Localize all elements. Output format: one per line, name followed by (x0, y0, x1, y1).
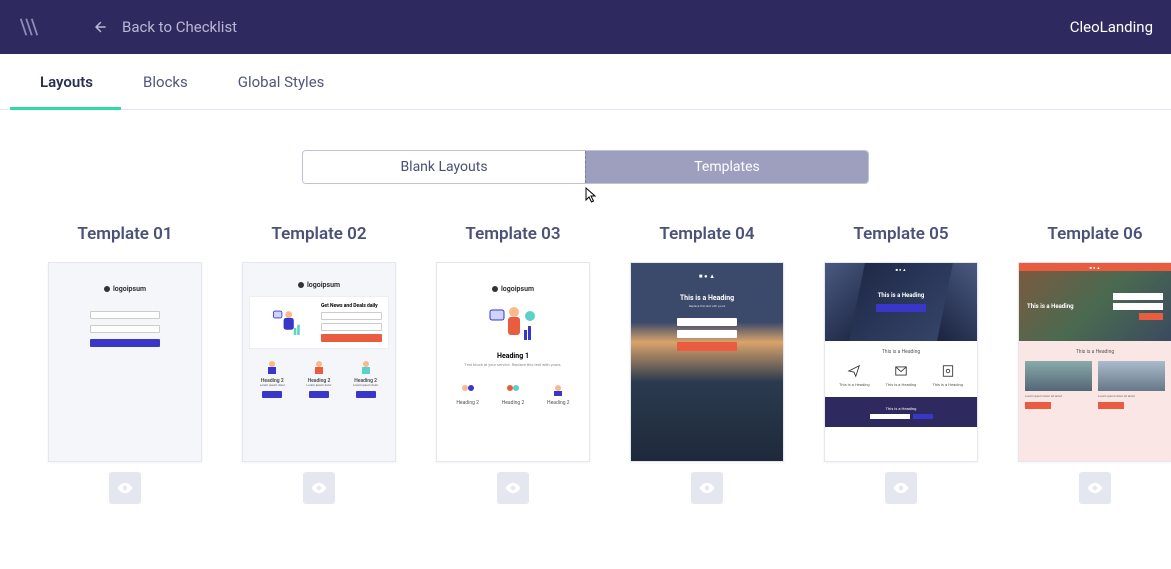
eye-icon (1086, 479, 1104, 497)
preview-button[interactable] (1079, 472, 1111, 504)
eye-icon (310, 479, 328, 497)
template-thumbnail[interactable]: logoipsum Heading 1 Text block at your s… (436, 262, 590, 462)
preview-button[interactable] (109, 472, 141, 504)
template-title: Template 05 (853, 224, 948, 244)
tab-blocks[interactable]: Blocks (143, 55, 188, 109)
tab-global-styles[interactable]: Global Styles (238, 55, 325, 109)
eye-icon (892, 479, 910, 497)
back-label: Back to Checklist (122, 18, 237, 36)
template-thumbnail[interactable]: ■ ● ▲ This is a Heading Replace this tex… (630, 262, 784, 462)
eye-icon (698, 479, 716, 497)
brand-name: CleoLanding (1070, 18, 1153, 36)
template-thumbnail[interactable]: ■ ● ▲ This is a Heading This is a Headin… (1018, 262, 1171, 462)
template-card: Template 01 logoipsum (48, 224, 202, 504)
preview-button[interactable] (497, 472, 529, 504)
template-thumbnail[interactable]: ■ ● ▲ This is a Heading This is a Headin… (824, 262, 978, 462)
tab-layouts[interactable]: Layouts (40, 55, 93, 109)
app-logo-icon (18, 16, 40, 38)
layout-toggle: Blank Layouts Templates (0, 150, 1171, 184)
arrow-left-icon (90, 18, 108, 36)
segment-blank-layouts[interactable]: Blank Layouts (303, 151, 585, 183)
template-title: Template 02 (271, 224, 366, 244)
template-title: Template 03 (465, 224, 560, 244)
preview-button[interactable] (885, 472, 917, 504)
template-card: Template 02 logoipsum Get News and Deals… (242, 224, 396, 504)
back-button[interactable]: Back to Checklist (90, 18, 237, 36)
eye-icon (116, 479, 134, 497)
template-title: Template 01 (77, 224, 172, 244)
template-thumbnail[interactable]: logoipsum Get News and Deals daily Headi… (242, 262, 396, 462)
preview-button[interactable] (303, 472, 335, 504)
template-title: Template 04 (659, 224, 754, 244)
preview-button[interactable] (691, 472, 723, 504)
template-card: Template 03 logoipsum Heading 1 Text blo… (436, 224, 590, 504)
template-card: Template 04 ■ ● ▲ This is a Heading Repl… (630, 224, 784, 504)
template-thumbnail[interactable]: logoipsum (48, 262, 202, 462)
editor-tabs: Layouts Blocks Global Styles (0, 54, 1171, 110)
template-card: Template 05 ■ ● ▲ This is a Heading This… (824, 224, 978, 504)
segment-templates[interactable]: Templates (585, 151, 868, 183)
templates-grid: Template 01 logoipsum Template 02 logoip… (0, 184, 1171, 504)
template-card: Template 06 ■ ● ▲ This is a Heading This… (1018, 224, 1171, 504)
template-title: Template 06 (1047, 224, 1142, 244)
top-bar: Back to Checklist CleoLanding (0, 0, 1171, 54)
eye-icon (504, 479, 522, 497)
thumb-logo: logoipsum (104, 285, 146, 293)
